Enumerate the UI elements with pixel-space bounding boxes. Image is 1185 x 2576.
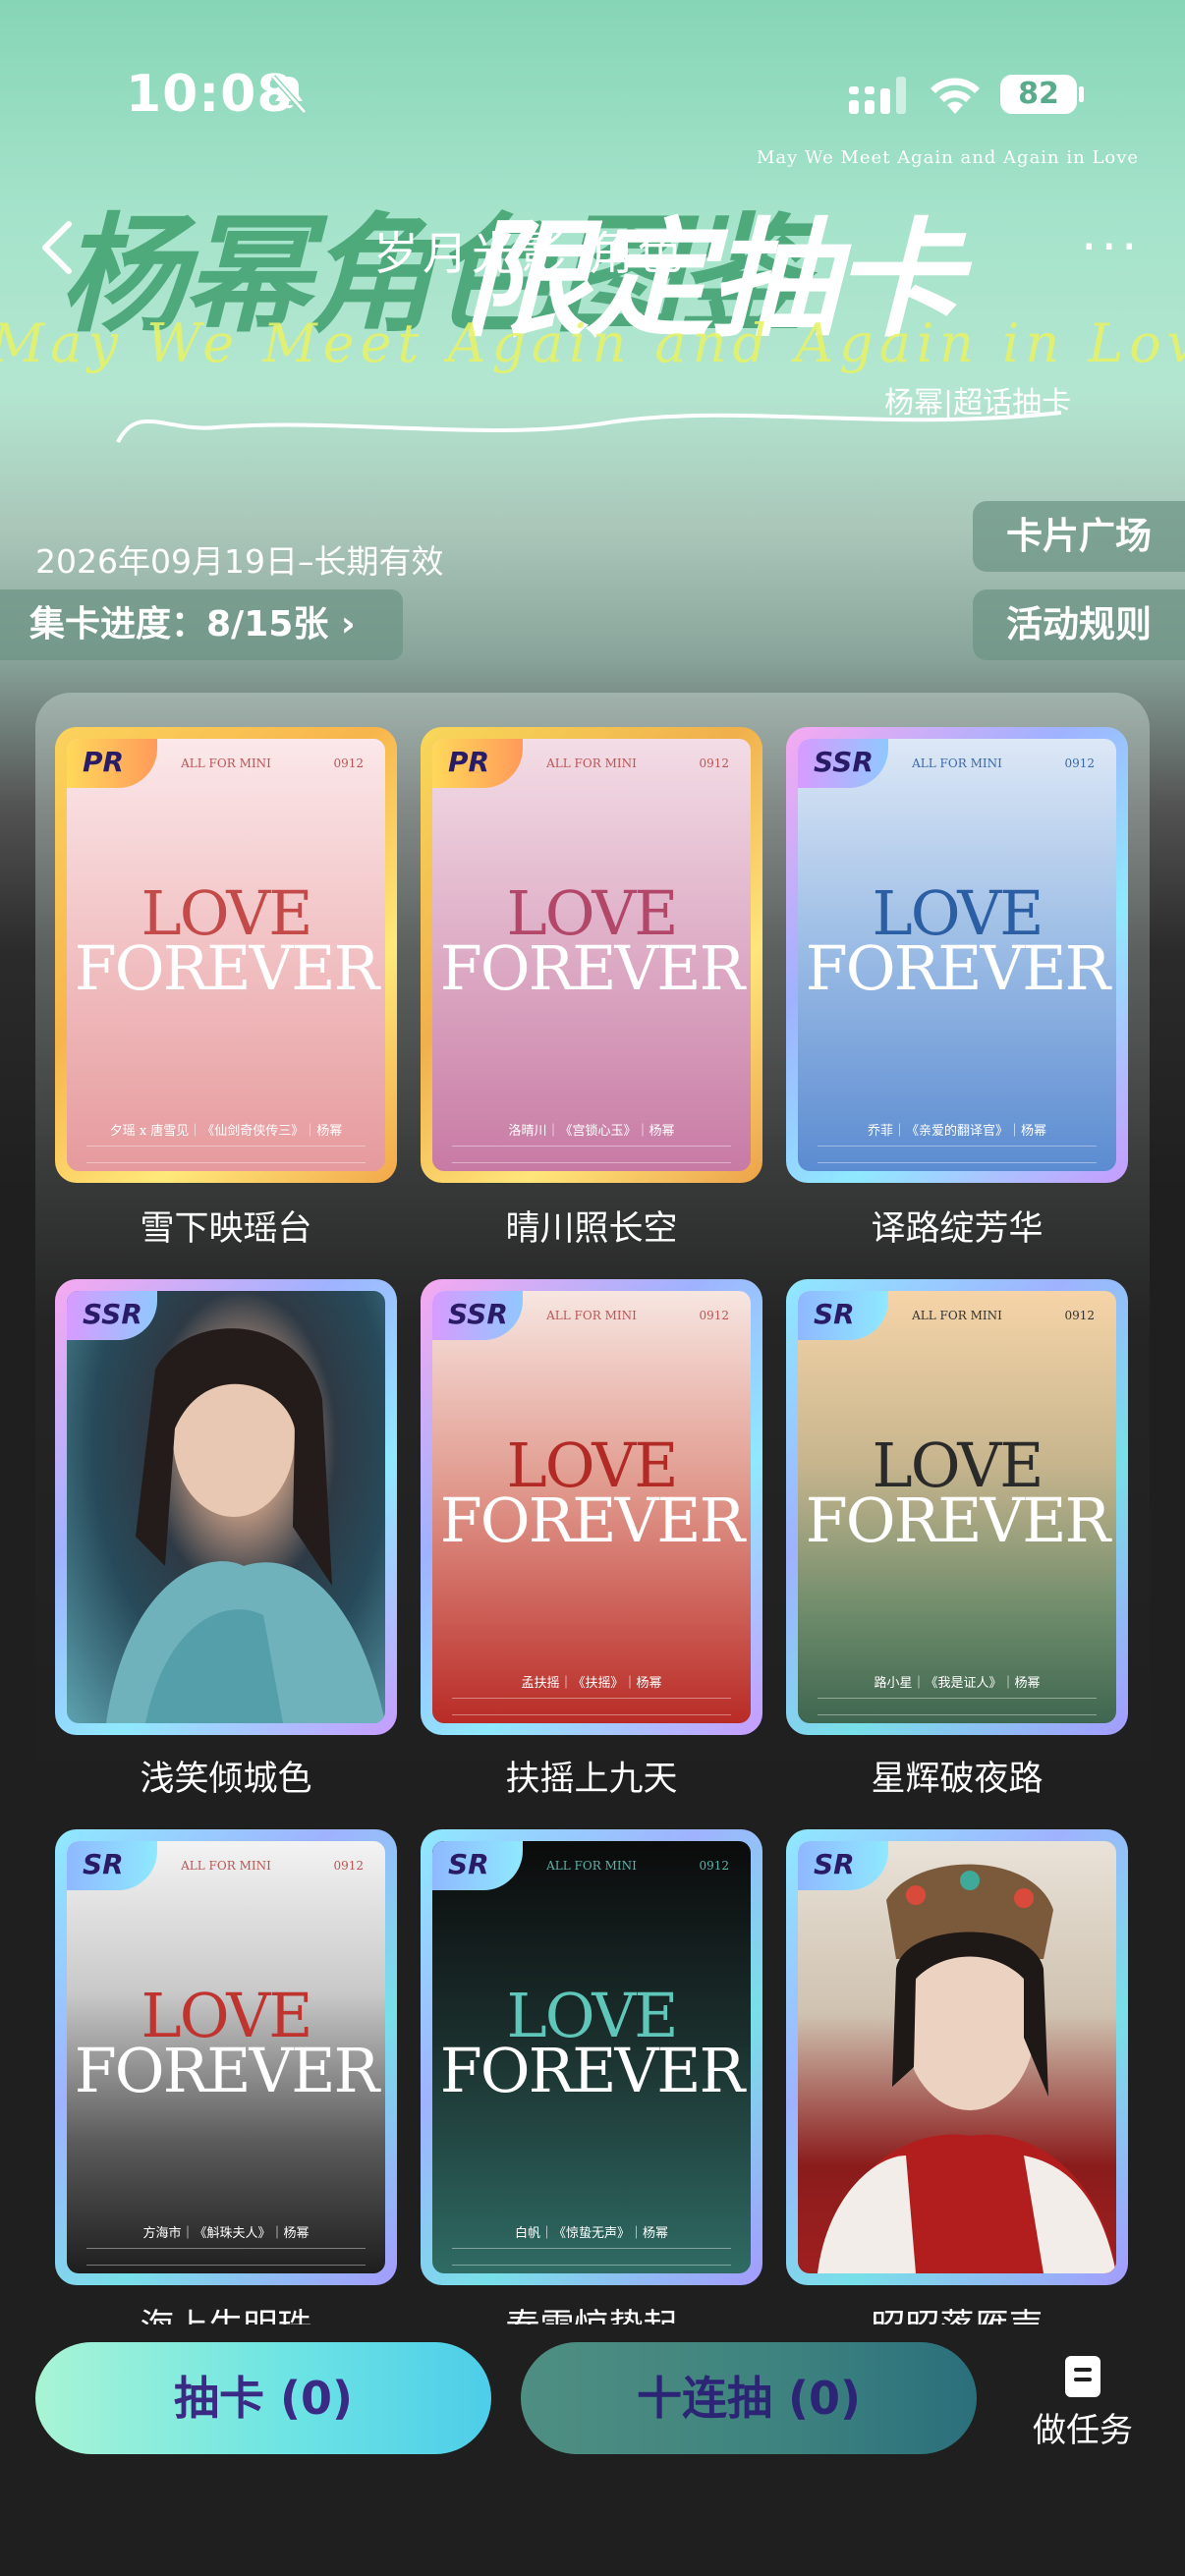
love-forever-logo: LOVE FOREVER	[439, 877, 746, 1004]
card-credit: 路小星｜《我是证人》｜杨幂	[874, 1676, 1041, 1691]
activity-rules-button[interactable]: 活动规则	[973, 589, 1185, 660]
card-item[interactable]: SR ALL FOR MINI 0912 LOVE FOREVER 路小星｜《我是…	[786, 1279, 1128, 1735]
banner-script-text: May We Meet Again and Again in Love	[0, 312, 1185, 374]
card-number: 0912	[333, 756, 364, 770]
card-credit: 白帆｜《惊蛰无声》｜杨幂	[514, 2226, 668, 2241]
love-forever-logo: LOVE FOREVER	[805, 1429, 1111, 1556]
card-number: 0912	[699, 1859, 729, 1873]
card-fine-print	[86, 2248, 366, 2266]
card-credit: 洛晴川｜《宫锁心玉》｜杨幂	[508, 1124, 675, 1139]
card-fine-print	[452, 2248, 731, 2266]
card-name: 浅笑倾城色	[140, 1760, 312, 1799]
card-number: 0912	[1064, 756, 1095, 770]
card-item[interactable]: PR ALL FOR MINI 0912 LOVE FOREVER 夕瑶 x 唐雪…	[55, 727, 397, 1183]
banner-tagline: May We Meet Again and Again in Love	[757, 147, 1140, 168]
card-item[interactable]: SR	[786, 1829, 1128, 2285]
signal-icon	[849, 77, 906, 114]
card-plaza-button[interactable]: 卡片广场	[973, 501, 1185, 572]
card-number: 0912	[333, 1859, 364, 1873]
card-item[interactable]: SSR ALL FOR MINI 0912 LOVE FOREVER 孟扶摇｜《扶…	[421, 1279, 762, 1735]
document-icon	[1065, 2356, 1100, 2397]
draw-card-button[interactable]: 抽卡 (0)	[35, 2342, 491, 2454]
card-credit: 方海市｜《斛珠夫人》｜杨幂	[142, 2226, 310, 2241]
love-forever-logo: LOVE FOREVER	[74, 1980, 380, 2106]
love-forever-logo: LOVE FOREVER	[805, 877, 1111, 1004]
card-fine-print	[818, 1698, 1097, 1715]
card-number: 0912	[699, 756, 729, 770]
card-name: 扶摇上九天	[505, 1760, 678, 1799]
collection-progress-button[interactable]: 集卡进度：8/15张 ›	[0, 589, 403, 660]
portrait-image	[818, 1864, 1116, 2273]
card-credit: 夕瑶 x 唐雪见｜《仙剑奇侠传三》｜杨幂	[109, 1124, 343, 1139]
nav-title: 岁月光影·角色	[373, 227, 687, 280]
card-fine-print	[452, 1146, 731, 1163]
card-name: 星辉破夜路	[871, 1760, 1044, 1799]
card-item[interactable]: SSR ALL FOR MINI 0912 LOVE FOREVER 乔菲｜《亲爱…	[786, 727, 1128, 1183]
card-item[interactable]: SR ALL FOR MINI 0912 LOVE FOREVER 白帆｜《惊蛰无…	[421, 1829, 762, 2285]
love-forever-logo: LOVE FOREVER	[439, 1980, 746, 2106]
do-tasks-button[interactable]: 做任务	[1022, 2356, 1144, 2451]
card-number: 0912	[699, 1309, 729, 1322]
back-icon[interactable]	[33, 218, 83, 277]
card-name: 海上生明珠	[55, 2299, 397, 2324]
card-item[interactable]: SSR	[55, 1279, 397, 1735]
card-name: 晴川照长空	[505, 1209, 678, 1249]
card-name: 昭昭落雁声	[786, 2299, 1128, 2324]
more-icon[interactable]: ···	[1081, 218, 1142, 277]
validity-text: 2026年09月19日–长期有效	[35, 542, 444, 581]
card-credit: 孟扶摇｜《扶摇》｜杨幂	[521, 1676, 662, 1691]
card-name: 雪下映瑶台	[140, 1209, 312, 1249]
love-forever-logo: LOVE FOREVER	[74, 877, 380, 1004]
tasks-label: 做任务	[1033, 2411, 1133, 2450]
card-fine-print	[452, 1698, 731, 1715]
card-name: 春雷惊蛰起	[421, 2299, 762, 2324]
wifi-icon	[931, 78, 980, 114]
battery-indicator: 82	[1000, 75, 1077, 114]
bell-muted-icon	[270, 75, 308, 114]
card-item[interactable]: PR ALL FOR MINI 0912 LOVE FOREVER 洛晴川｜《宫锁…	[421, 727, 762, 1183]
portrait-image	[106, 1328, 385, 1723]
love-forever-logo: LOVE FOREVER	[439, 1429, 746, 1556]
card-name: 译路绽芳华	[871, 1209, 1044, 1249]
card-item[interactable]: SR ALL FOR MINI 0912 LOVE FOREVER 方海市｜《斛珠…	[55, 1829, 397, 2285]
card-number: 0912	[1064, 1309, 1095, 1322]
swash-decoration	[116, 411, 1062, 443]
card-fine-print	[818, 1146, 1097, 1163]
card-fine-print	[86, 1146, 366, 1163]
ten-draw-button[interactable]: 十连抽 (0)	[521, 2342, 977, 2454]
card-credit: 乔菲｜《亲爱的翻译官》｜杨幂	[867, 1124, 1046, 1139]
battery-cap	[1079, 86, 1084, 102]
